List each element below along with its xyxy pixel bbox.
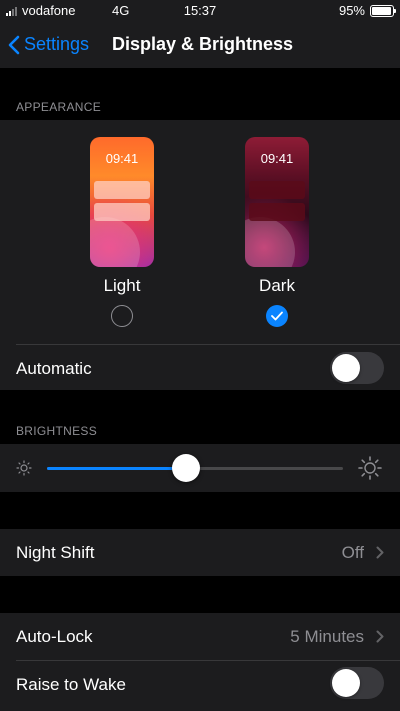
light-preview-time: 09:41 xyxy=(105,151,139,166)
automatic-label: Automatic xyxy=(16,359,92,378)
back-label: Settings xyxy=(24,34,90,54)
sun-large-icon xyxy=(358,456,382,480)
back-button[interactable]: Settings xyxy=(8,34,89,55)
lock-settings-group: Auto-Lock 5 Minutes Raise to Wake xyxy=(0,613,400,711)
brightness-slider-fill xyxy=(47,467,187,470)
battery-info: 95% xyxy=(338,3,396,18)
checkmark-icon xyxy=(271,311,283,321)
appearance-header: APPEARANCE xyxy=(16,100,102,114)
light-mode-preview[interactable]: 09:41 xyxy=(90,137,154,267)
brightness-group xyxy=(0,444,400,492)
auto-lock-label: Auto-Lock xyxy=(16,627,93,646)
brightness-slider[interactable] xyxy=(47,454,343,482)
auto-lock-value: 5 Minutes xyxy=(290,627,364,646)
auto-lock-row[interactable]: Auto-Lock 5 Minutes xyxy=(0,613,400,660)
brightness-slider-thumb[interactable] xyxy=(172,454,201,482)
raise-to-wake-toggle[interactable] xyxy=(330,667,384,699)
raise-to-wake-label: Raise to Wake xyxy=(16,675,126,694)
chevron-right-icon xyxy=(376,630,384,643)
status-bar: vodafone 4G 15:37 95% xyxy=(0,0,400,22)
dark-mode-preview[interactable]: 09:41 xyxy=(245,137,309,267)
page-title: Display & Brightness xyxy=(112,34,294,54)
light-mode-radio[interactable] xyxy=(111,305,133,327)
night-shift-value: Off xyxy=(341,543,364,562)
automatic-toggle[interactable] xyxy=(330,352,384,384)
light-mode-label: Light xyxy=(103,276,141,295)
dark-mode-radio[interactable] xyxy=(266,305,288,327)
navigation-bar: Settings Display & Brightness xyxy=(0,22,400,68)
chevron-left-icon xyxy=(8,35,20,54)
night-shift-row[interactable]: Night Shift Off xyxy=(0,529,400,576)
night-shift-label: Night Shift xyxy=(16,543,95,562)
battery-percent: 95% xyxy=(338,3,365,18)
chevron-right-icon xyxy=(376,546,384,559)
brightness-header: BRIGHTNESS xyxy=(16,424,98,438)
appearance-group: 09:41 09:41 Light Dark Automatic xyxy=(0,120,400,390)
dark-mode-label: Dark xyxy=(259,276,295,295)
battery-icon xyxy=(370,4,396,17)
dark-preview-time: 09:41 xyxy=(260,151,294,166)
sun-small-icon xyxy=(16,460,32,476)
